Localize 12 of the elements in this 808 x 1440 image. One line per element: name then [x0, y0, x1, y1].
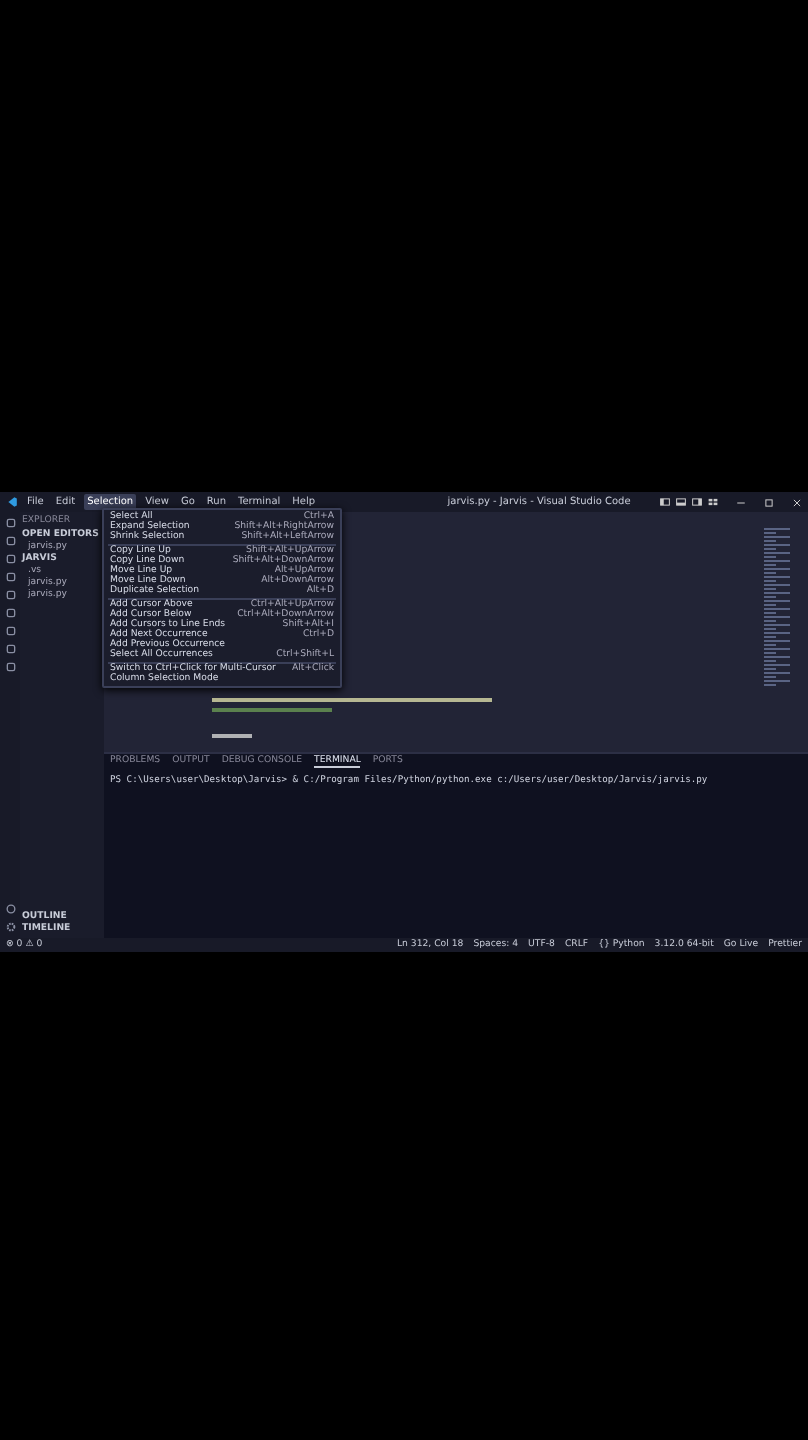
maximize-icon[interactable] [764, 497, 774, 507]
layout-icon[interactable] [660, 498, 670, 506]
code-line-drawing [212, 707, 332, 712]
grid-icon[interactable] [708, 498, 718, 506]
minimize-icon[interactable] [736, 497, 746, 507]
account-icon[interactable] [5, 904, 15, 914]
close-icon[interactable] [792, 497, 802, 507]
code-line-drawing [212, 734, 252, 739]
layout-icon[interactable] [676, 498, 686, 506]
code-logo-icon [6, 496, 18, 508]
layout-icon[interactable] [692, 498, 702, 506]
settings-icon[interactable] [5, 922, 15, 932]
